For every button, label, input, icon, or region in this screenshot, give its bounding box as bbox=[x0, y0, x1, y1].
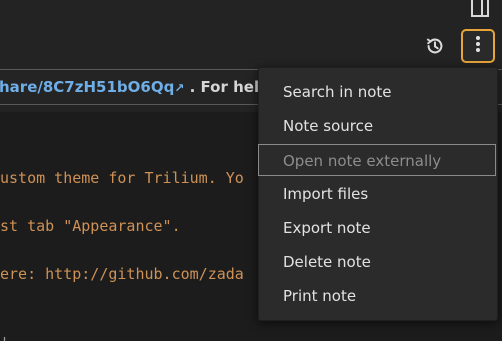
vertical-ellipsis-icon bbox=[475, 35, 481, 57]
code-line: st tab "Appearance". bbox=[0, 217, 181, 235]
code-line: ere: http://github.com/zada bbox=[0, 265, 244, 283]
external-link-icon: ↗ bbox=[174, 81, 185, 95]
panel-toggle-icon[interactable] bbox=[470, 0, 490, 18]
menu-item-delete-note[interactable]: Delete note bbox=[259, 246, 497, 278]
note-actions-menu-button[interactable] bbox=[461, 29, 495, 63]
history-icon bbox=[424, 35, 446, 61]
menu-item-search-in-note[interactable]: Search in note bbox=[259, 76, 497, 108]
code-line: ' bbox=[0, 334, 9, 341]
menu-item-note-source[interactable]: Note source bbox=[259, 110, 497, 142]
menu-item-print-note[interactable]: Print note bbox=[259, 280, 497, 312]
menu-item-import-files[interactable]: Import files bbox=[259, 178, 497, 210]
share-link[interactable]: hare/8C7zH51bO6Qq↗ bbox=[0, 78, 190, 96]
note-actions-dropdown: Search in note Note source Open note ext… bbox=[258, 67, 498, 321]
menu-item-export-note[interactable]: Export note bbox=[259, 212, 497, 244]
code-line: ustom theme for Trilium. Yo bbox=[0, 169, 244, 187]
menu-item-open-note-externally: Open note externally bbox=[258, 144, 496, 176]
note-revisions-button[interactable] bbox=[420, 33, 450, 63]
share-link-text: hare/8C7zH51bO6Qq bbox=[0, 78, 175, 96]
note-toolbar bbox=[0, 0, 502, 64]
note-page: hare/8C7zH51bO6Qq↗ . For help ustom them… bbox=[0, 0, 502, 341]
